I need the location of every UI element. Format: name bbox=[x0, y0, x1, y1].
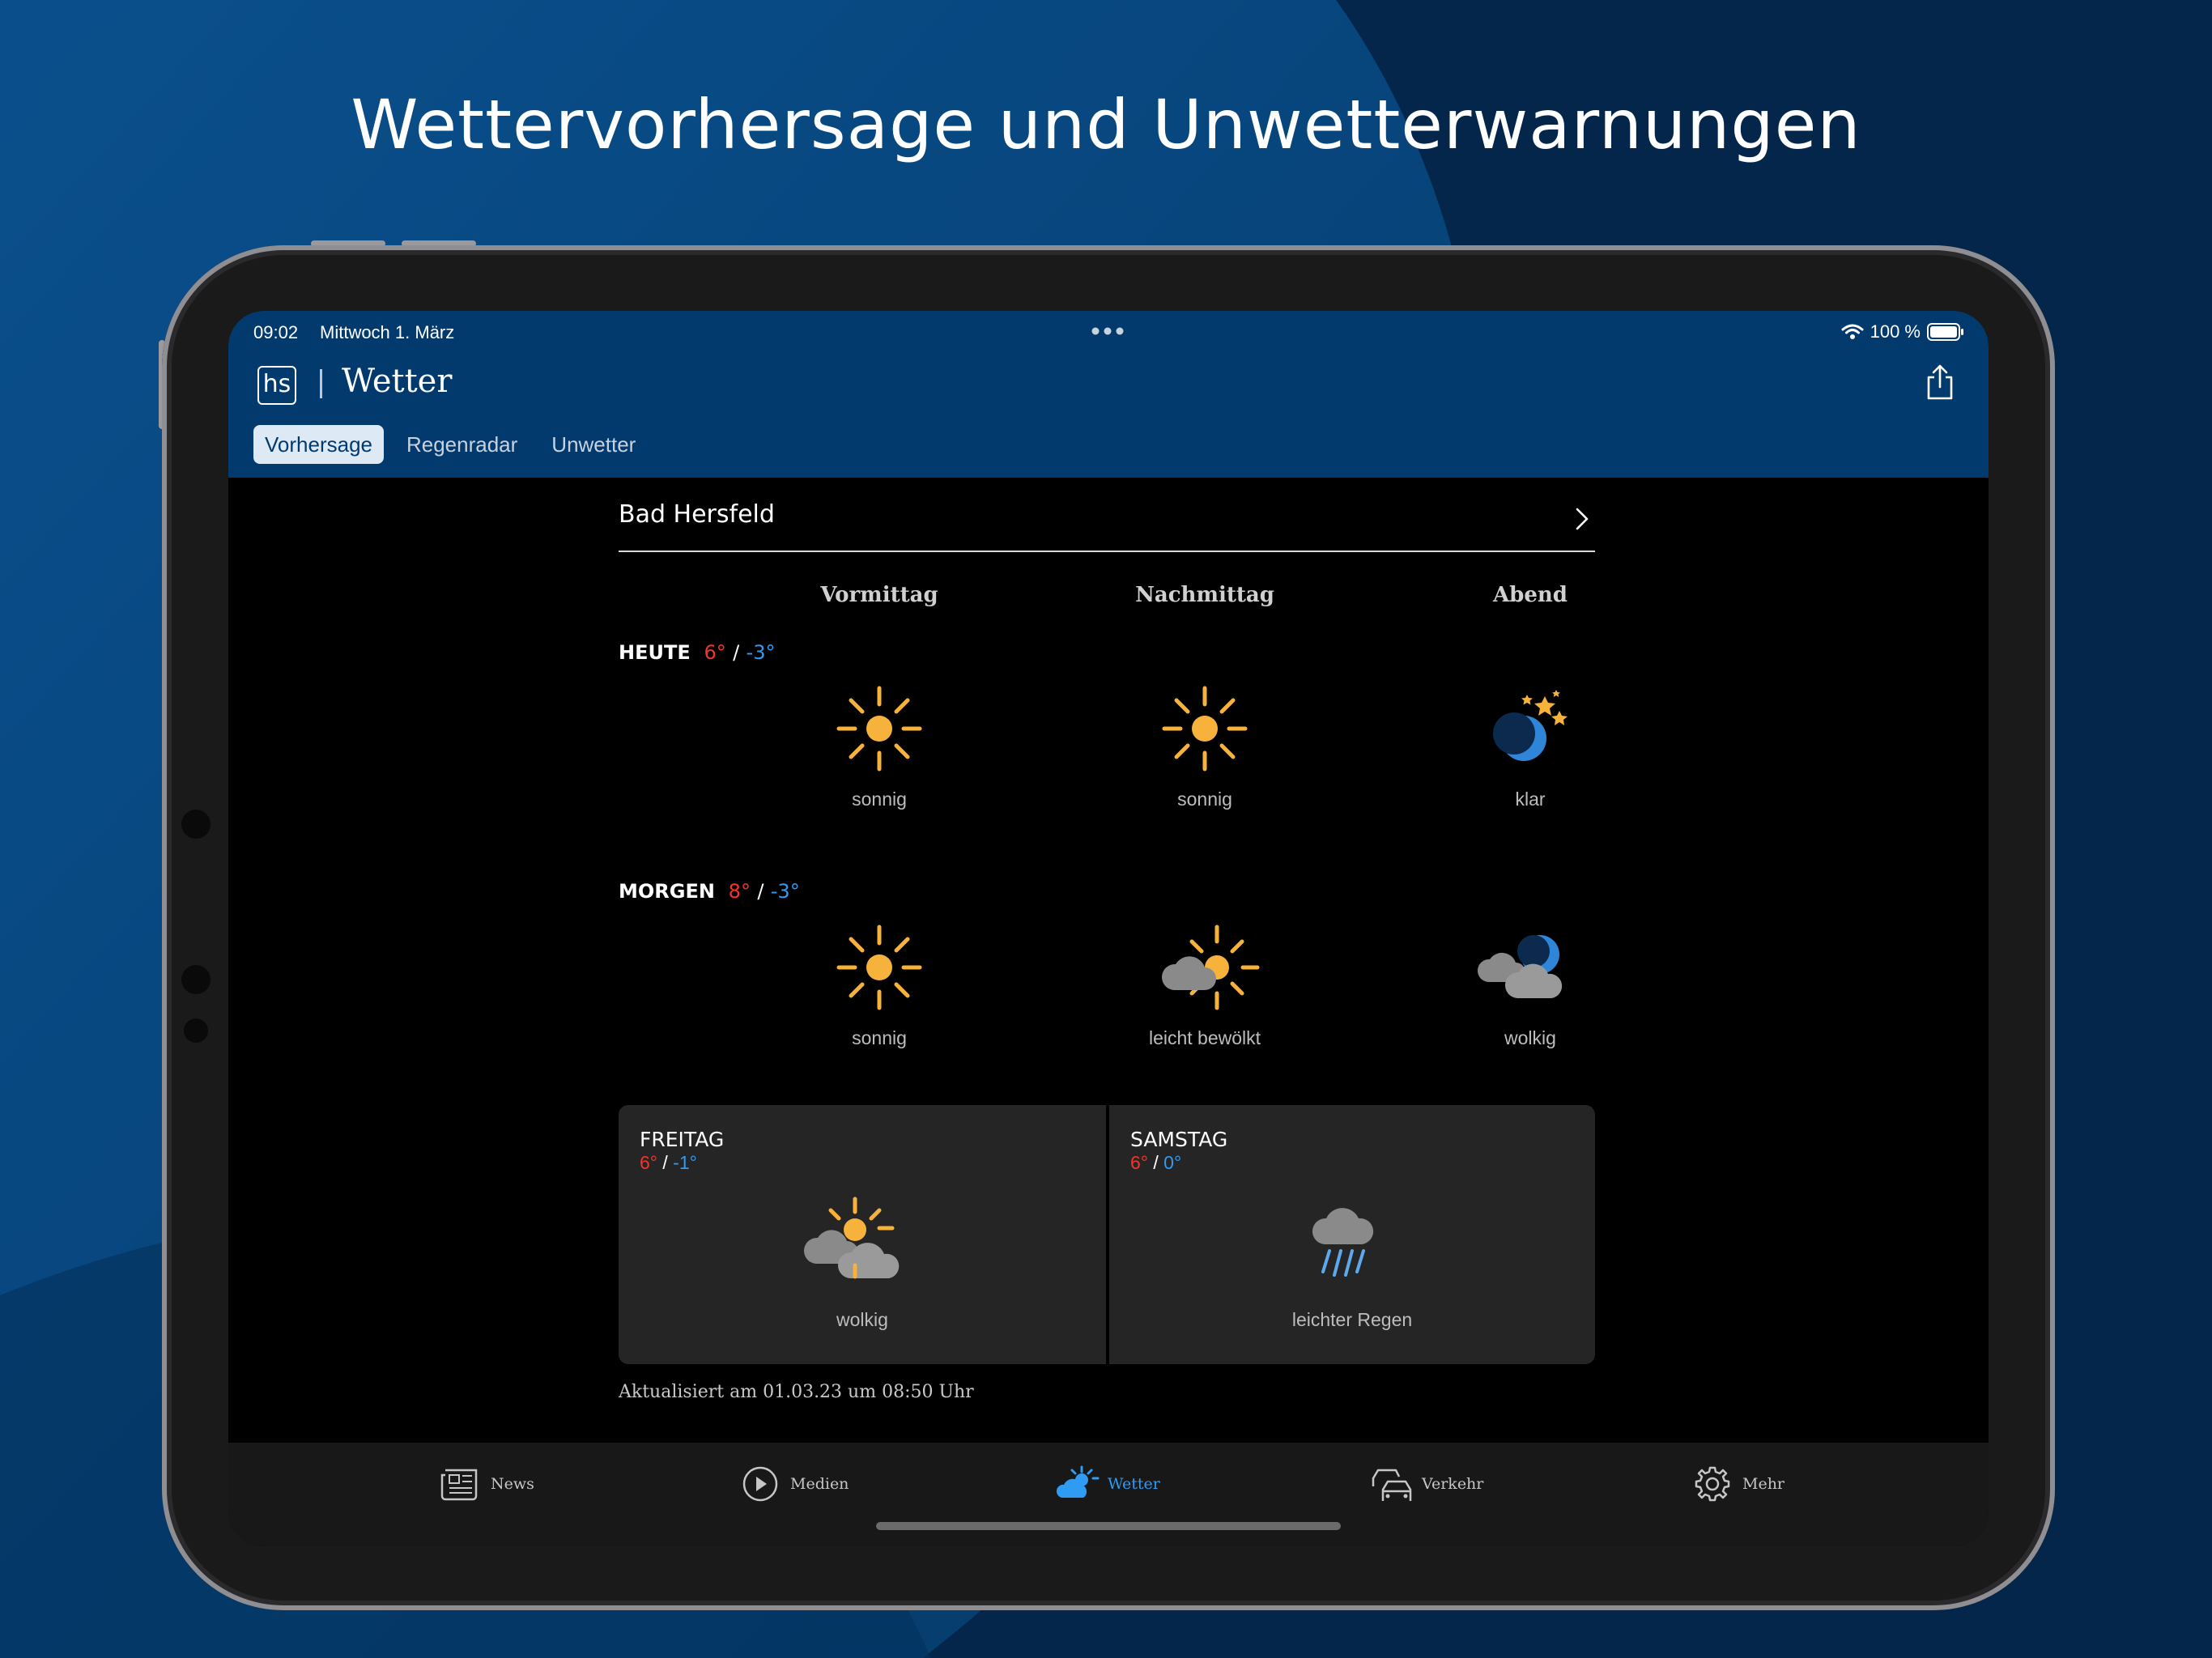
status-date: Mittwoch 1. März bbox=[320, 322, 455, 342]
location-name: Bad Hersfeld bbox=[619, 500, 775, 529]
play-icon bbox=[742, 1466, 778, 1502]
tabbar-verkehr[interactable]: Verkehr bbox=[1370, 1464, 1483, 1504]
period-desc: klar bbox=[1515, 789, 1546, 810]
sun-clouds-icon bbox=[803, 1197, 900, 1279]
app-header: 09:02 Mittwoch 1. März 100 % hs Wetter V… bbox=[228, 311, 1989, 478]
outlook-desc: leichter Regen bbox=[1291, 1309, 1413, 1330]
page-title: Wetter bbox=[342, 363, 453, 400]
temp-low: -1° bbox=[673, 1152, 697, 1173]
forecast-content: Bad Hersfeld Vormittag Nachmittag Abend … bbox=[228, 478, 1989, 1443]
camera-dot bbox=[184, 1018, 208, 1043]
sun-icon bbox=[836, 686, 922, 772]
tabbar-mehr[interactable]: Mehr bbox=[1691, 1464, 1784, 1504]
share-icon[interactable] bbox=[1924, 363, 1956, 402]
outlook-temp: 6° / 0° bbox=[1130, 1152, 1181, 1174]
outlook-day: FREITAG bbox=[640, 1128, 725, 1151]
wifi-icon bbox=[1841, 324, 1864, 339]
temp-separator: / bbox=[662, 1152, 668, 1173]
temp-separator: / bbox=[733, 641, 740, 664]
temp-high: 6° bbox=[640, 1152, 657, 1173]
day-heute: HEUTE 6° / -3° bbox=[619, 641, 775, 664]
gear-icon bbox=[1695, 1466, 1730, 1502]
rain-cloud-icon bbox=[1312, 1208, 1374, 1277]
tab-regenradar[interactable]: Regenradar bbox=[395, 425, 529, 464]
column-abend: Abend bbox=[1493, 583, 1568, 607]
tabbar-medien[interactable]: Medien bbox=[738, 1464, 849, 1504]
outlook-card-samstag: SAMSTAG 6° / 0° leichter Regen bbox=[1109, 1105, 1595, 1364]
tabbar-label: Mehr bbox=[1742, 1475, 1785, 1493]
sun-icon bbox=[836, 925, 922, 1010]
period-desc: wolkig bbox=[1504, 1027, 1556, 1048]
cars-icon bbox=[1372, 1469, 1412, 1501]
camera-dot bbox=[181, 810, 211, 839]
outlook-desc: wolkig bbox=[836, 1309, 888, 1330]
tab-unwetter[interactable]: Unwetter bbox=[540, 425, 647, 464]
weather-icon bbox=[1056, 1465, 1100, 1498]
column-nachmittag: Nachmittag bbox=[1135, 583, 1274, 607]
app-logo: hs bbox=[257, 366, 296, 405]
period-desc: sonnig bbox=[1177, 789, 1232, 810]
sun-icon bbox=[1162, 686, 1248, 772]
temp-separator: / bbox=[757, 880, 764, 903]
temp-separator: / bbox=[1153, 1152, 1159, 1173]
tabbar-news[interactable]: News bbox=[439, 1464, 534, 1504]
newspaper-icon bbox=[440, 1469, 478, 1501]
day-morgen: MORGEN 8° / -3° bbox=[619, 880, 800, 903]
battery-icon bbox=[1927, 323, 1963, 341]
logo-divider bbox=[320, 369, 322, 398]
temp-low: -3° bbox=[770, 880, 800, 903]
status-time: 09:02 bbox=[253, 322, 299, 342]
tabbar-label: Medien bbox=[790, 1475, 849, 1493]
location-selector[interactable]: Bad Hersfeld bbox=[619, 487, 1595, 552]
temp-low: 0° bbox=[1163, 1152, 1182, 1173]
status-right: 100 % bbox=[1841, 321, 1964, 342]
camera-dot bbox=[181, 965, 211, 994]
sun-cloud-icon bbox=[1161, 925, 1260, 1010]
battery-percent: 100 % bbox=[1870, 321, 1921, 342]
moon-clouds-icon bbox=[1477, 935, 1563, 998]
tab-vorhersage[interactable]: Vorhersage bbox=[253, 425, 384, 464]
period-desc: sonnig bbox=[852, 789, 907, 810]
outlook-day: SAMSTAG bbox=[1130, 1128, 1228, 1151]
temp-high: 6° bbox=[704, 641, 726, 664]
day-label: MORGEN bbox=[619, 880, 715, 903]
chevron-right-icon bbox=[1576, 508, 1589, 530]
tabbar-label: Verkehr bbox=[1422, 1475, 1484, 1493]
updated-timestamp: Aktualisiert am 01.03.23 um 08:50 Uhr bbox=[619, 1382, 974, 1402]
tabbar-label: News bbox=[491, 1475, 534, 1493]
home-indicator[interactable] bbox=[876, 1522, 1341, 1530]
moon-stars-icon bbox=[1493, 690, 1568, 761]
segment-tabs: Vorhersage Regenradar Unwetter bbox=[253, 425, 658, 464]
outlook-temp: 6° / -1° bbox=[640, 1152, 697, 1174]
tabbar-label: Wetter bbox=[1108, 1475, 1160, 1493]
app-screen: 09:02 Mittwoch 1. März 100 % hs Wetter V… bbox=[228, 311, 1989, 1546]
bottom-tab-bar: News Medien Wetter Verkehr Mehr bbox=[228, 1443, 1989, 1546]
outlook-cards: FREITAG 6° / -1° wolkig SAMSTAG 6° / 0° … bbox=[619, 1105, 1595, 1364]
temp-high: 6° bbox=[1130, 1152, 1148, 1173]
period-desc: sonnig bbox=[852, 1027, 907, 1048]
tabbar-wetter[interactable]: Wetter bbox=[1056, 1464, 1160, 1504]
multitask-dots-icon[interactable] bbox=[1091, 327, 1124, 335]
period-desc: leicht bewölkt bbox=[1148, 1027, 1261, 1048]
temp-low: -3° bbox=[746, 641, 776, 664]
temp-high: 8° bbox=[728, 880, 751, 903]
day-label: HEUTE bbox=[619, 641, 691, 664]
column-vormittag: Vormittag bbox=[820, 583, 938, 607]
promo-title: Wettervorhersage und Unwetterwarnungen bbox=[351, 85, 1861, 164]
outlook-card-freitag: FREITAG 6° / -1° wolkig bbox=[619, 1105, 1106, 1364]
